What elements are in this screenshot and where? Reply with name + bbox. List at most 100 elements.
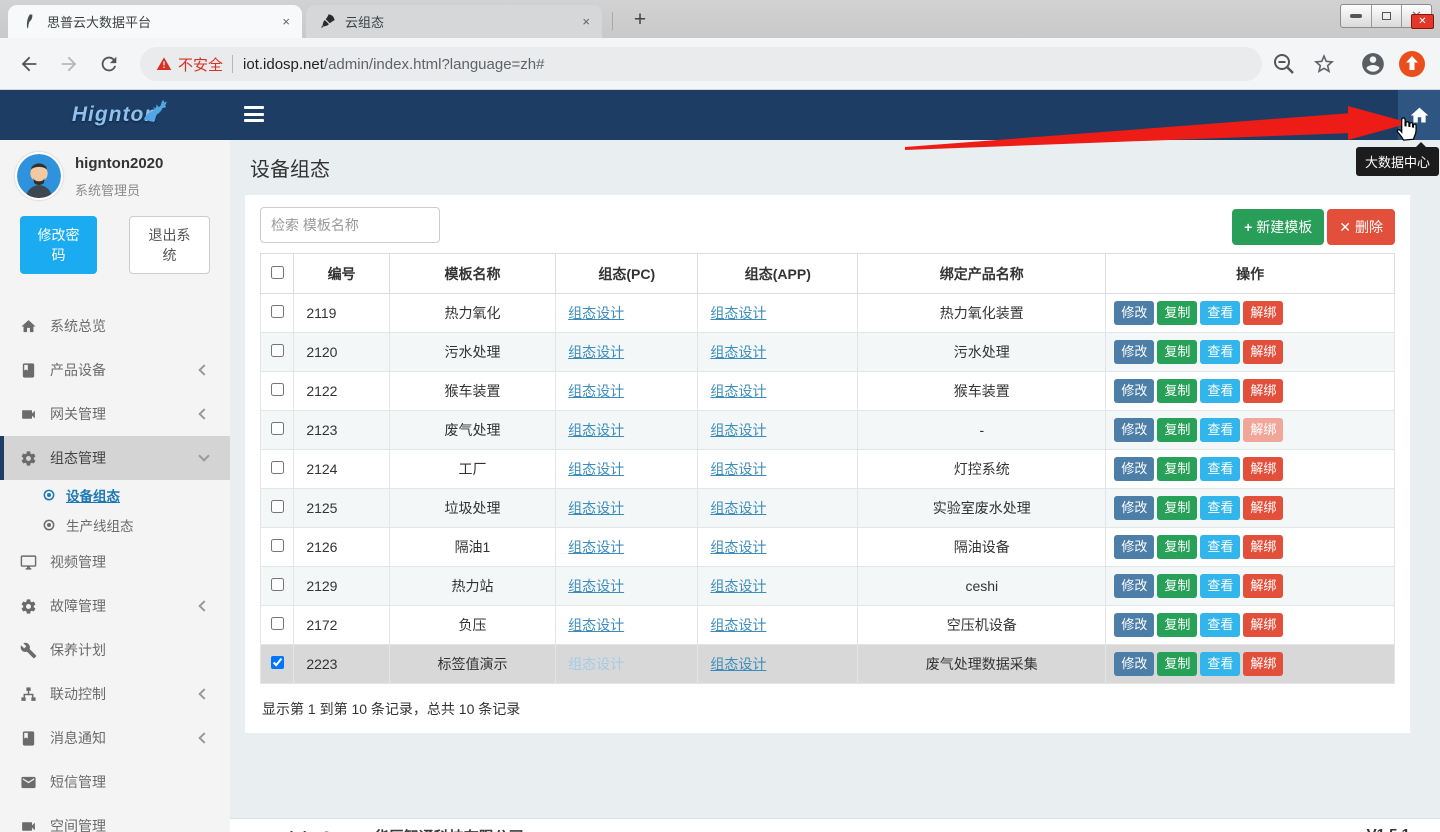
row-checkbox[interactable] [271,578,284,591]
copy-button[interactable]: 复制 [1157,418,1197,442]
app-config-link[interactable]: 组态设计 [710,344,766,360]
view-button[interactable]: 查看 [1200,613,1240,637]
row-checkbox[interactable] [271,500,284,513]
browser-tab-inactive[interactable]: 云组态 × [306,5,602,38]
row-checkbox[interactable] [271,305,284,318]
sidebar-item-maintenance[interactable]: 保养计划 [0,628,230,672]
app-config-link[interactable]: 组态设计 [710,383,766,399]
unbind-button[interactable]: 解绑 [1243,574,1283,598]
row-checkbox[interactable] [271,422,284,435]
edit-button[interactable]: 修改 [1114,457,1154,481]
view-button[interactable]: 查看 [1200,340,1240,364]
view-button[interactable]: 查看 [1200,652,1240,676]
view-button[interactable]: 查看 [1200,574,1240,598]
view-button[interactable]: 查看 [1200,379,1240,403]
zoom-out-icon[interactable] [1272,52,1296,76]
edit-button[interactable]: 修改 [1114,379,1154,403]
unbind-button[interactable]: 解绑 [1243,613,1283,637]
profile-avatar-icon[interactable] [1360,51,1386,77]
copy-button[interactable]: 复制 [1157,613,1197,637]
pc-config-link[interactable]: 组态设计 [568,578,624,594]
unbind-button[interactable]: 解绑 [1243,301,1283,325]
edit-button[interactable]: 修改 [1114,652,1154,676]
unbind-button[interactable]: 解绑 [1243,340,1283,364]
view-button[interactable]: 查看 [1200,535,1240,559]
copy-button[interactable]: 复制 [1157,535,1197,559]
row-checkbox[interactable] [271,656,284,669]
copy-button[interactable]: 复制 [1157,340,1197,364]
sidebar-item-video-mgmt[interactable]: 视频管理 [0,540,230,584]
copy-button[interactable]: 复制 [1157,652,1197,676]
app-config-link[interactable]: 组态设计 [710,461,766,477]
home-button[interactable] [1398,90,1440,140]
edit-button[interactable]: 修改 [1114,340,1154,364]
sidebar-item-products[interactable]: 产品设备 [0,348,230,392]
row-checkbox[interactable] [271,461,284,474]
copy-button[interactable]: 复制 [1157,574,1197,598]
select-all-checkbox[interactable] [271,266,284,279]
restore-button[interactable] [1371,5,1401,27]
app-config-link[interactable]: 组态设计 [710,422,766,438]
copy-button[interactable]: 复制 [1157,457,1197,481]
pc-config-link[interactable]: 组态设计 [568,305,624,321]
unbind-button[interactable]: 解绑 [1243,379,1283,403]
unbind-button[interactable]: 解绑 [1243,535,1283,559]
sidebar-item-config-mgmt[interactable]: 组态管理 [0,436,230,480]
new-tab-button[interactable]: + [626,6,654,34]
sidebar-item-overview[interactable]: 系统总览 [0,304,230,348]
pc-config-link[interactable]: 组态设计 [568,344,624,360]
app-config-link[interactable]: 组态设计 [710,656,766,672]
sidebar-item-gateway[interactable]: 网关管理 [0,392,230,436]
row-checkbox[interactable] [271,617,284,630]
pc-config-link[interactable]: 组态设计 [568,500,624,516]
tab-close-icon[interactable]: × [282,14,290,29]
row-checkbox[interactable] [271,383,284,396]
view-button[interactable]: 查看 [1200,457,1240,481]
minimize-button[interactable] [1341,5,1371,27]
edit-button[interactable]: 修改 [1114,574,1154,598]
app-config-link[interactable]: 组态设计 [710,578,766,594]
view-button[interactable]: 查看 [1200,301,1240,325]
change-password-button[interactable]: 修改密码 [20,216,97,274]
close-button[interactable]: ✕ ✕ [1401,5,1431,27]
sidebar-item-message[interactable]: 消息通知 [0,716,230,760]
delete-button[interactable]: ✕ 删除 [1327,209,1395,245]
sidebar-item-sms[interactable]: 短信管理 [0,760,230,804]
app-config-link[interactable]: 组态设计 [710,500,766,516]
pc-config-link[interactable]: 组态设计 [568,422,624,438]
pc-config-link[interactable]: 组态设计 [568,617,624,633]
extension-icon[interactable] [1398,50,1426,78]
search-input[interactable] [260,207,440,243]
unbind-button[interactable]: 解绑 [1243,418,1283,442]
app-config-link[interactable]: 组态设计 [710,305,766,321]
logout-button[interactable]: 退出系统 [129,216,210,274]
unbind-button[interactable]: 解绑 [1243,457,1283,481]
tab-close-icon[interactable]: × [582,14,590,29]
edit-button[interactable]: 修改 [1114,418,1154,442]
sidebar-item-linkage[interactable]: 联动控制 [0,672,230,716]
sidebar-item-device-config[interactable]: 设备组态 [0,480,230,510]
forward-icon[interactable] [58,53,80,75]
reload-icon[interactable] [98,53,120,75]
sidebar-item-line-config[interactable]: 生产线组态 [0,510,230,540]
unbind-button[interactable]: 解绑 [1243,496,1283,520]
row-checkbox[interactable] [271,344,284,357]
copy-button[interactable]: 复制 [1157,496,1197,520]
edit-button[interactable]: 修改 [1114,613,1154,637]
copy-button[interactable]: 复制 [1157,379,1197,403]
bookmark-star-icon[interactable] [1312,52,1336,76]
row-checkbox[interactable] [271,539,284,552]
unbind-button[interactable]: 解绑 [1243,652,1283,676]
pc-config-link[interactable]: 组态设计 [568,383,624,399]
app-config-link[interactable]: 组态设计 [710,617,766,633]
edit-button[interactable]: 修改 [1114,535,1154,559]
new-template-button[interactable]: + 新建模板 [1232,209,1324,245]
sidebar-item-space[interactable]: 空间管理 [0,804,230,832]
back-icon[interactable] [18,53,40,75]
edit-button[interactable]: 修改 [1114,301,1154,325]
browser-tab-active[interactable]: 思普云大数据平台 × [8,5,302,38]
address-bar[interactable]: 不安全 iot.idosp.net /admin/index.html?lang… [140,47,1262,81]
pc-config-link[interactable]: 组态设计 [568,539,624,555]
pc-config-link[interactable]: 组态设计 [568,461,624,477]
view-button[interactable]: 查看 [1200,496,1240,520]
